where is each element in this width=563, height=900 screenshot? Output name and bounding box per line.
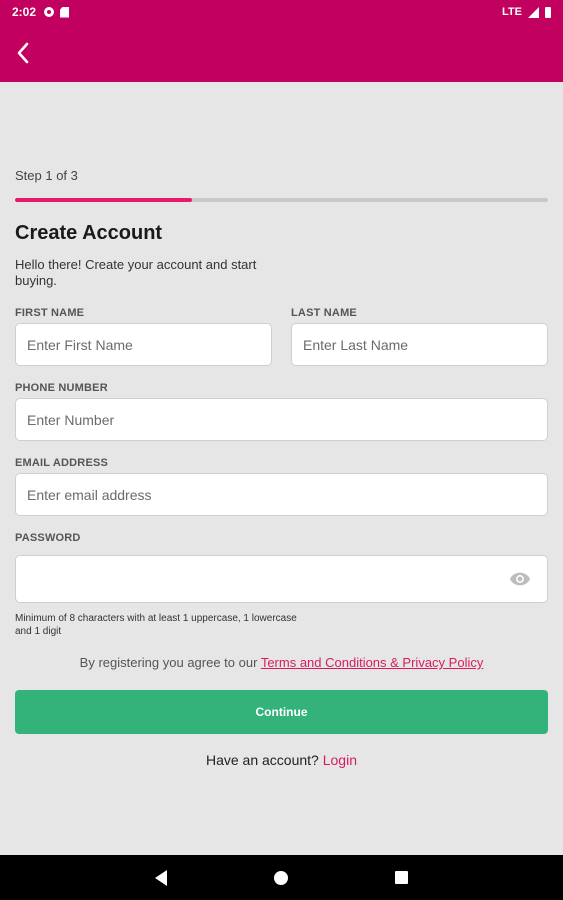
back-button[interactable] [10, 37, 42, 69]
first-name-input[interactable] [15, 323, 272, 366]
signup-form: Step 1 of 3 Create Account Hello there! … [0, 82, 563, 855]
terms-prefix: By registering you agree to our [79, 655, 261, 670]
login-prefix: Have an account? [205, 752, 323, 768]
nav-home-icon[interactable] [274, 871, 288, 885]
nav-back-icon[interactable] [155, 870, 167, 886]
email-input[interactable] [15, 473, 548, 516]
back-arrow-icon [17, 42, 29, 64]
network-type: LTE [502, 6, 522, 18]
app-bar [0, 24, 563, 82]
password-label: PASSWORD [15, 532, 81, 544]
last-name-label: LAST NAME [291, 307, 357, 319]
settings-icon [44, 7, 55, 17]
step-progress-fill [15, 198, 193, 202]
login-link[interactable]: Login [323, 752, 357, 768]
sd-card-icon [60, 6, 70, 18]
eye-icon[interactable] [509, 571, 531, 587]
battery-icon [545, 6, 551, 18]
last-name-input[interactable] [291, 323, 548, 366]
terms-notice: By registering you agree to our Terms an… [0, 655, 563, 670]
password-field [15, 555, 548, 603]
password-hint: Minimum of 8 characters with at least 1 … [15, 613, 297, 637]
step-progress-bar [15, 198, 548, 202]
status-time: 2:02 [12, 5, 37, 19]
continue-button[interactable]: Continue [15, 690, 548, 734]
terms-link[interactable]: Terms and Conditions & Privacy Policy [261, 655, 484, 670]
step-indicator: Step 1 of 3 [15, 168, 78, 183]
email-label: EMAIL ADDRESS [15, 457, 109, 469]
system-nav-bar [0, 855, 563, 900]
password-input[interactable] [16, 556, 547, 602]
login-prompt: Have an account? Login [0, 752, 563, 768]
first-name-label: FIRST NAME [15, 307, 85, 319]
page-subtitle: Hello there! Create your account and sta… [15, 257, 257, 288]
page-title: Create Account [15, 222, 163, 244]
status-bar: 2:02 LTE [0, 0, 563, 24]
phone-input[interactable] [15, 398, 548, 441]
nav-recents-icon[interactable] [395, 871, 408, 884]
phone-label: PHONE NUMBER [15, 382, 108, 394]
signal-icon [528, 6, 539, 18]
